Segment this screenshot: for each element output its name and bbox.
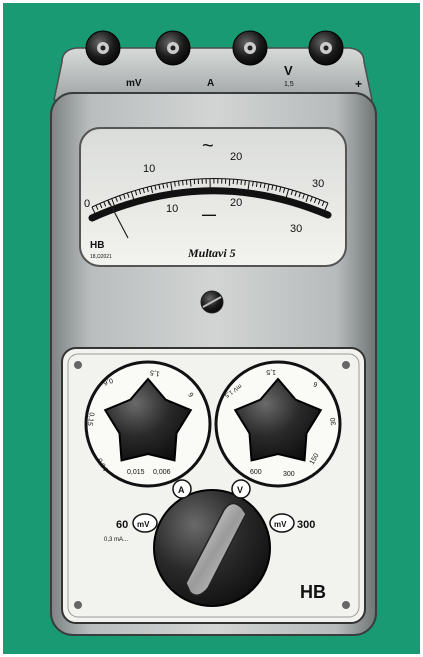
left-dial-range-2: 0,006 (153, 469, 171, 476)
selector-left-note: 0,3 mA... (104, 537, 128, 543)
dc-symbol: — (202, 206, 216, 222)
scale-tick (244, 180, 246, 186)
selector-right-value: 300 (297, 519, 315, 531)
terminal-label-mv: mV (126, 78, 142, 89)
scale-tick (174, 181, 176, 187)
terminal-label-15: 1,5 (284, 81, 294, 88)
ac-scale-10: 10 (143, 163, 155, 175)
scale-tick (178, 180, 180, 186)
dc-scale-10: 10 (166, 203, 178, 215)
left-dial-unit: A (178, 485, 185, 495)
right-dial-unit: V (237, 485, 243, 495)
terminal-3 (232, 30, 268, 66)
terminal-1 (85, 30, 121, 66)
ac-scale-0: 0 (84, 198, 90, 210)
scale-tick (182, 180, 184, 186)
ac-scale-30: 30 (312, 178, 324, 190)
terminal-4 (308, 30, 344, 66)
right-dial-range-4: 30 (330, 417, 338, 426)
dc-scale-30: 30 (290, 223, 302, 235)
meter-serial: 18,Ω2021 (90, 254, 112, 260)
ac-symbol: ~ (202, 135, 214, 157)
right-dial-range-2: 300 (283, 471, 295, 478)
terminal-label-a: A (207, 78, 214, 89)
photo-frame: mV A V 1,5 + ~ 0 10 20 30 — 10 20 30 HB … (0, 0, 423, 657)
meter-maker-mark: HB (90, 240, 104, 251)
multimeter-photo: mV A V 1,5 + ~ 0 10 20 30 — 10 20 30 HB … (50, 30, 377, 636)
panel-logo: HB (300, 582, 326, 602)
scale-tick (185, 179, 188, 185)
terminal-label-v: V (284, 63, 293, 78)
terminal-2 (155, 30, 191, 66)
model-name: Multavi 5 (187, 246, 236, 260)
right-dial-range-1: 600 (250, 469, 262, 476)
selector-left-value: 60 (116, 519, 128, 531)
ac-scale-20: 20 (230, 151, 242, 163)
scale-tick (189, 179, 192, 187)
dc-scale-20: 20 (230, 197, 242, 209)
selector-left-badge-text: mV (137, 520, 150, 529)
selector-right-badge-text: mV (274, 520, 287, 529)
right-dial-range-6: 1,5 (266, 368, 276, 375)
scale-tick (240, 179, 242, 185)
terminal-label-plus: + (355, 77, 362, 91)
left-dial-range-1: 0,015 (127, 469, 145, 476)
